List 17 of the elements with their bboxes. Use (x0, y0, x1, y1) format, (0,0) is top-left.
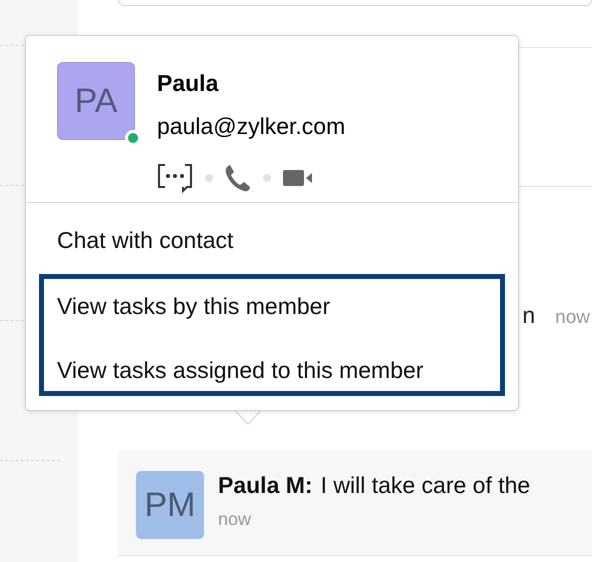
dot-icon (263, 174, 271, 182)
message-text: I will take care of the (320, 471, 530, 499)
message-time: now (555, 307, 590, 329)
avatar: PA (57, 62, 135, 140)
message-time: now (218, 509, 252, 530)
menu-item[interactable]: Chat with contact (26, 203, 518, 274)
avatar: PM (136, 471, 204, 539)
phone-icon[interactable] (225, 164, 251, 192)
contact-email: paula@zylker.com (157, 112, 346, 141)
chat-icon[interactable] (157, 163, 193, 193)
video-icon[interactable] (283, 169, 313, 187)
dot-icon (205, 174, 213, 182)
menu-item[interactable]: View tasks by this member (39, 274, 505, 337)
sender-name: Paula M: (218, 471, 313, 499)
message-text: n (522, 302, 536, 329)
menu-item[interactable]: View tasks assigned to this member (39, 337, 505, 396)
contact-name: Paula (157, 69, 220, 98)
